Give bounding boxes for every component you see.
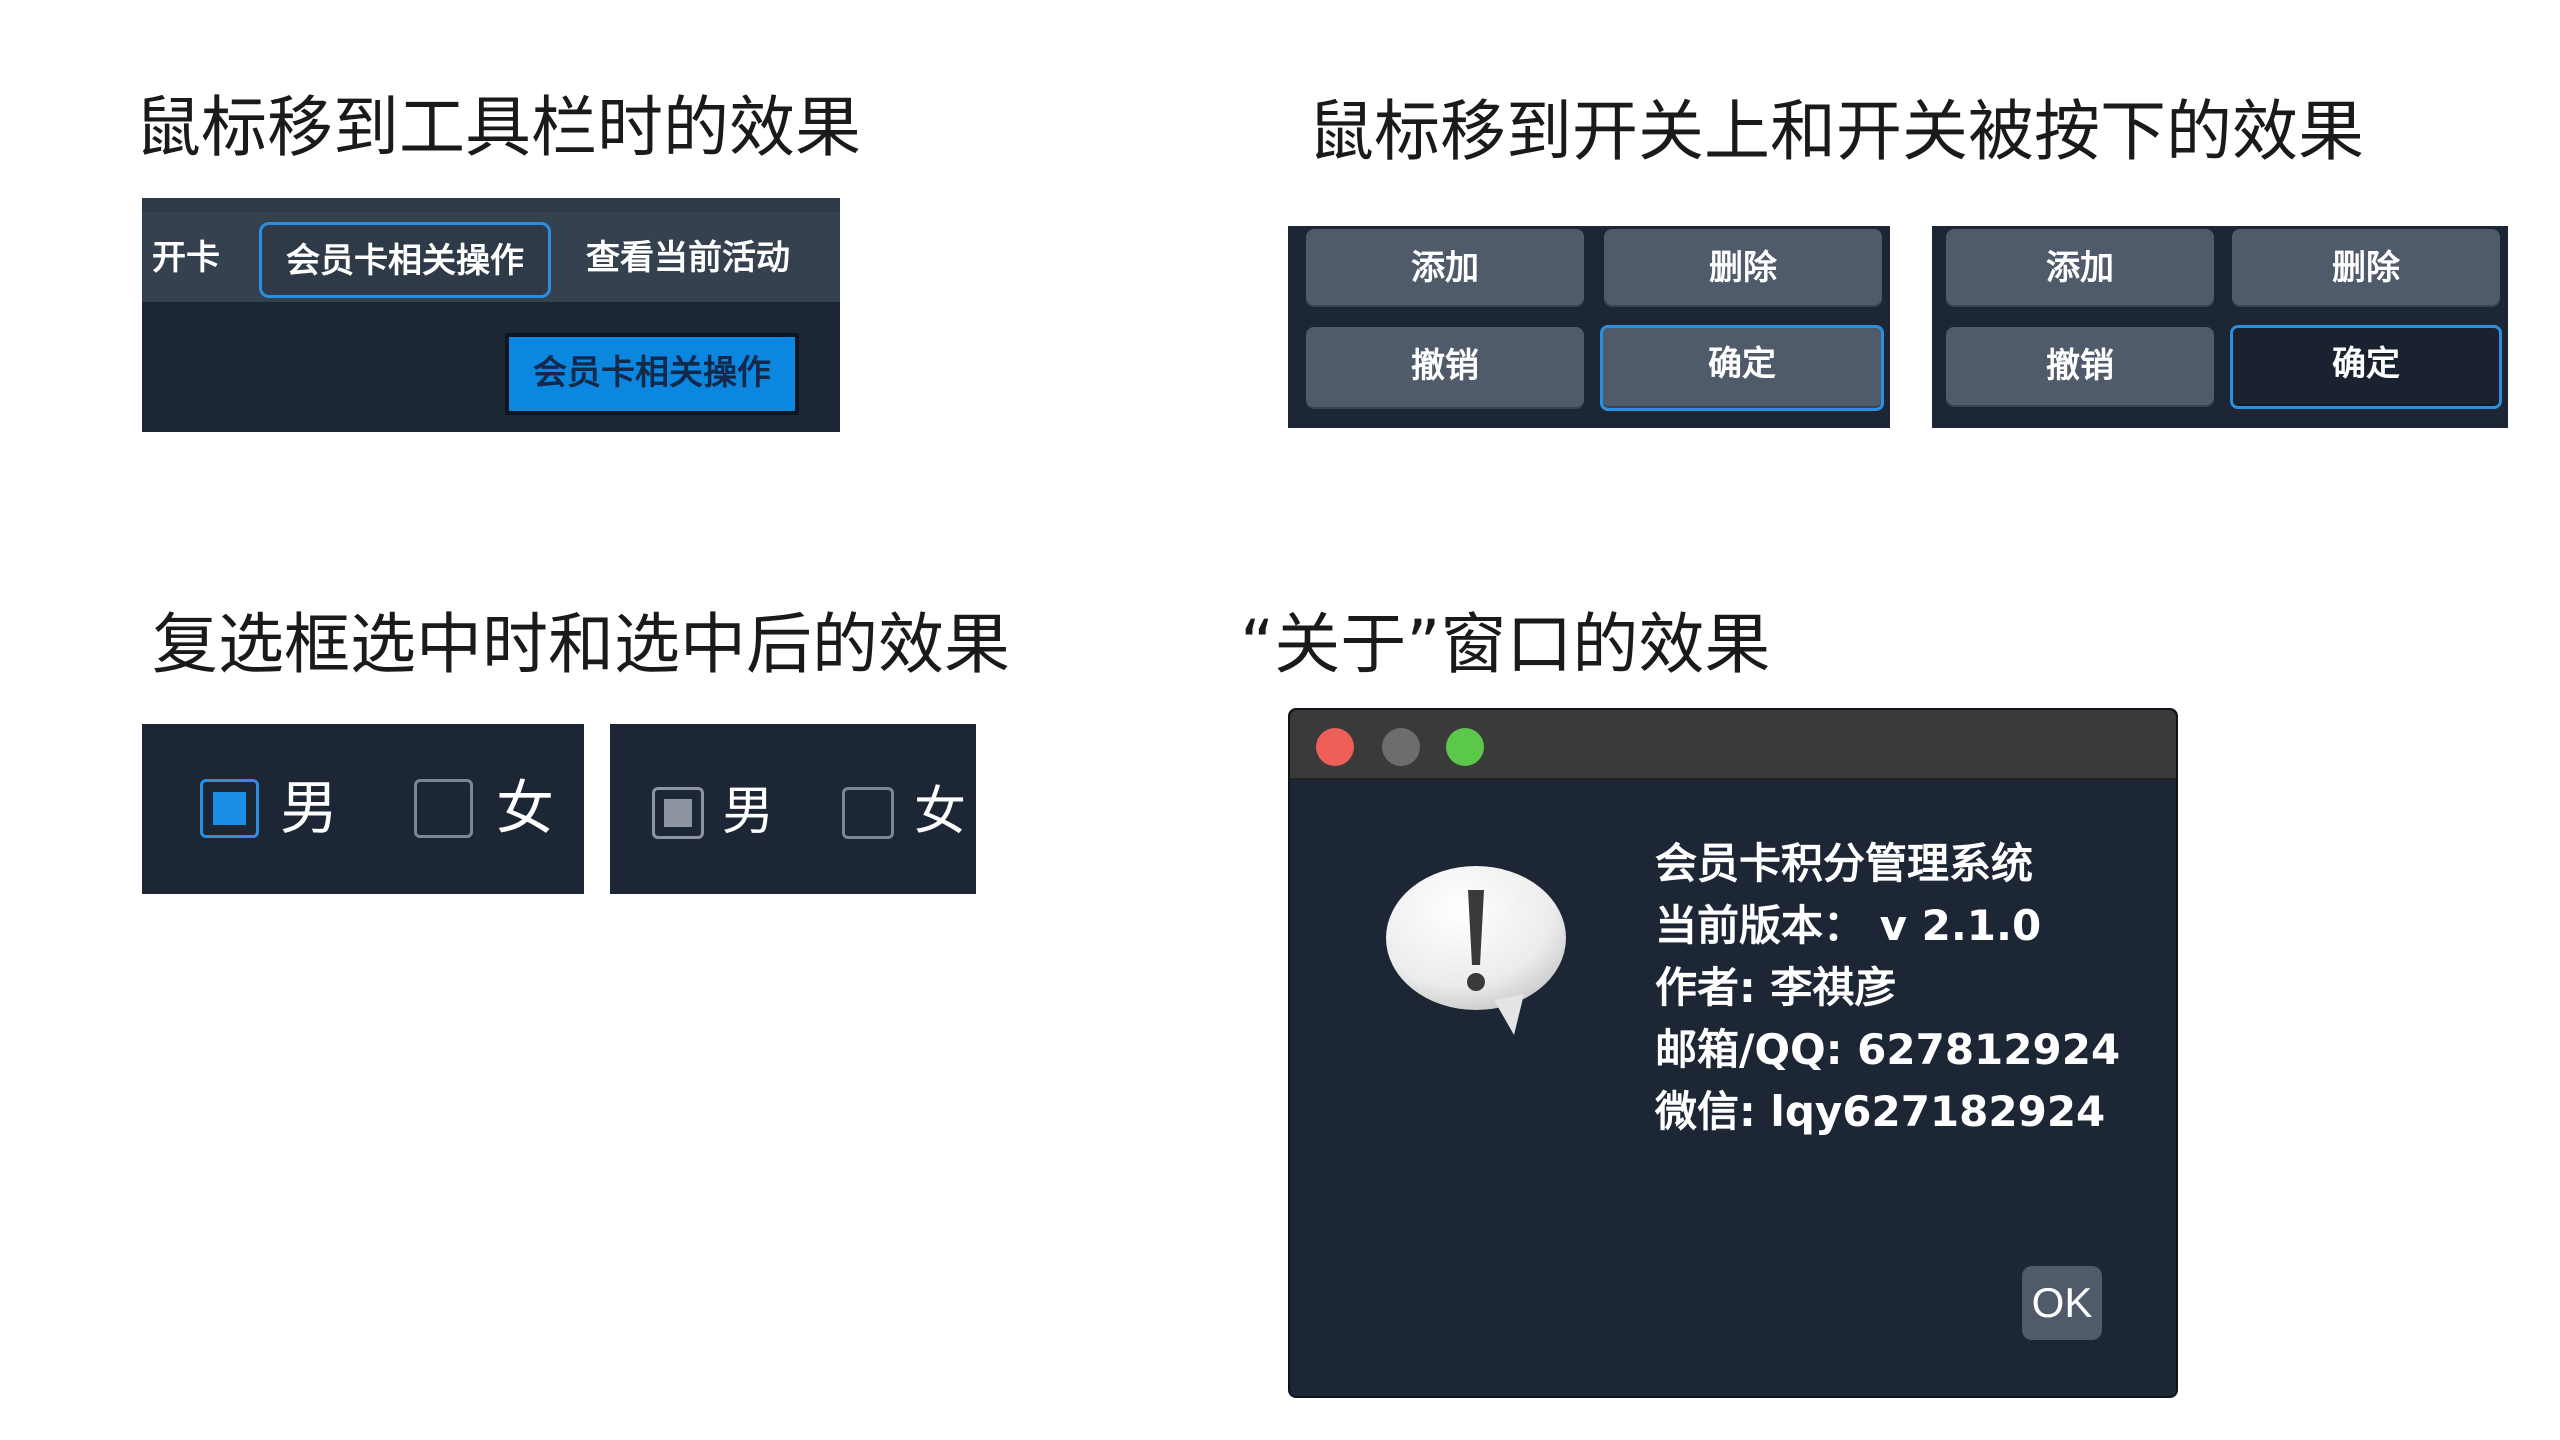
caption-toolbar: 鼠标移到工具栏时的效果 [135, 89, 861, 166]
maximize-window-icon[interactable] [1446, 728, 1484, 766]
switch-demo-panel-hover: 添加 删除 撤销 确定 [1288, 226, 1890, 428]
caption-about: “关于”窗口的效果 [1240, 606, 1771, 683]
toolbar-item-current-activities[interactable]: 查看当前活动 [580, 222, 796, 298]
app-name-text: 会员卡积分管理系统 [1655, 839, 2034, 888]
female-checkbox[interactable] [842, 787, 894, 839]
male-label: 男 [722, 782, 775, 842]
about-dialog-window: 会员卡积分管理系统 当前版本： v 2.1.0 作者: 李祺彦 邮箱/QQ: 6… [1288, 708, 2178, 1398]
checkbox-demo-panel-hover: 男 女 [142, 724, 584, 894]
add-button[interactable]: 添加 [1946, 229, 2214, 307]
toolbar-demo-panel: 开卡 会员卡相关操作 查看当前活动 会员卡相关操作 [142, 198, 840, 432]
email-qq-text: 邮箱/QQ: 627812924 [1655, 1025, 2121, 1074]
male-checkbox[interactable] [652, 787, 704, 839]
delete-button[interactable]: 删除 [1604, 229, 1882, 307]
minimize-window-icon[interactable] [1382, 728, 1420, 766]
delete-button[interactable]: 删除 [2232, 229, 2500, 307]
ok-button[interactable]: OK [2022, 1266, 2102, 1340]
window-titlebar [1290, 710, 2176, 780]
wechat-text: 微信: lqy627182924 [1655, 1087, 2106, 1136]
female-checkbox[interactable] [414, 779, 473, 838]
checkbox-demo-panel-checked: 男 女 [610, 724, 976, 894]
undo-button[interactable]: 撤销 [1306, 327, 1584, 409]
male-label: 男 [280, 774, 339, 842]
female-label: 女 [496, 774, 555, 842]
exclamation-speech-bubble-icon [1386, 866, 1566, 1035]
male-checkbox[interactable] [200, 779, 259, 838]
member-card-ops-popup-button[interactable]: 会员卡相关操作 [505, 333, 799, 415]
close-window-icon[interactable] [1316, 728, 1354, 766]
toolbar-top-strip [142, 198, 840, 212]
caption-checkbox: 复选框选中时和选中后的效果 [152, 606, 1010, 683]
version-text: 当前版本： v 2.1.0 [1655, 901, 2042, 950]
author-text: 作者: 李祺彦 [1655, 963, 1897, 1012]
toolbar-item-open-card[interactable]: 开卡 [148, 222, 224, 298]
confirm-button[interactable]: 确定 [2230, 325, 2502, 409]
add-button[interactable]: 添加 [1306, 229, 1584, 307]
undo-button[interactable]: 撤销 [1946, 327, 2214, 407]
switch-demo-panel-pressed: 添加 删除 撤销 确定 [1932, 226, 2508, 428]
female-label: 女 [914, 782, 967, 842]
confirm-button[interactable]: 确定 [1600, 325, 1884, 411]
caption-switch: 鼠标移到开关上和开关被按下的效果 [1308, 93, 2364, 170]
toolbar-item-member-card-ops[interactable]: 会员卡相关操作 [259, 222, 551, 298]
